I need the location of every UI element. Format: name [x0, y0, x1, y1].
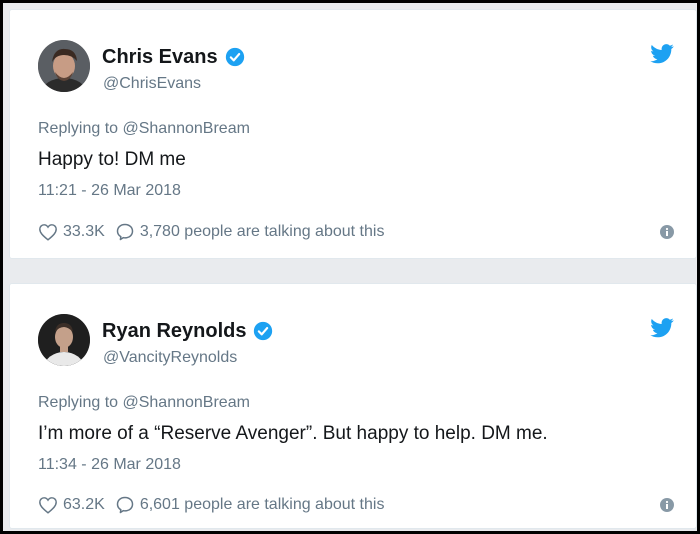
reply-button[interactable]: 3,780 people are talking about this	[115, 222, 385, 242]
heart-icon	[39, 497, 57, 514]
twitter-bird-icon[interactable]	[650, 318, 674, 338]
timestamp[interactable]: 11:21 - 26 Mar 2018	[38, 182, 181, 200]
verified-badge-icon	[225, 47, 244, 67]
avatar[interactable]	[38, 40, 90, 92]
display-name[interactable]: Chris Evans	[102, 46, 218, 69]
info-icon[interactable]	[660, 498, 674, 512]
reply-button[interactable]: 6,601 people are talking about this	[115, 495, 385, 515]
handle[interactable]: @VancityReynolds	[103, 349, 237, 367]
author-name-row[interactable]: Ryan Reynolds	[102, 318, 273, 344]
comment-icon	[116, 223, 134, 241]
timestamp[interactable]: 11:34 - 26 Mar 2018	[38, 456, 181, 474]
talking-count: 6,601 people are talking about this	[139, 496, 385, 513]
tweet-text: I’m more of a “Reserve Avenger”. But hap…	[38, 423, 548, 444]
like-button[interactable]: 63.2K	[38, 496, 105, 514]
info-icon[interactable]	[660, 225, 674, 239]
display-name[interactable]: Ryan Reynolds	[102, 320, 246, 343]
screenshot-frame: Chris Evans @ChrisEvans Replying to @Sha…	[0, 0, 700, 534]
heart-icon	[39, 224, 57, 241]
like-count: 33.3K	[63, 223, 105, 240]
like-button[interactable]: 33.3K	[38, 223, 105, 241]
like-count: 63.2K	[63, 496, 105, 513]
comment-icon	[116, 496, 134, 514]
author-name-row[interactable]: Chris Evans	[102, 44, 245, 70]
tweet-actions: 33.3K 3,780 people are talking about thi…	[38, 220, 674, 244]
tweet-card[interactable]: Ryan Reynolds @VancityReynolds Replying …	[9, 283, 697, 529]
replying-to[interactable]: Replying to @ShannonBream	[38, 120, 250, 138]
handle[interactable]: @ChrisEvans	[103, 75, 201, 93]
tweet-actions: 63.2K 6,601 people are talking about thi…	[38, 493, 674, 517]
replying-to[interactable]: Replying to @ShannonBream	[38, 394, 250, 412]
tweet-text: Happy to! DM me	[38, 149, 186, 170]
twitter-bird-icon[interactable]	[650, 44, 674, 64]
verified-badge-icon	[254, 321, 273, 341]
avatar[interactable]	[38, 314, 90, 366]
talking-count: 3,780 people are talking about this	[139, 223, 385, 240]
tweet-card[interactable]: Chris Evans @ChrisEvans Replying to @Sha…	[9, 9, 697, 259]
